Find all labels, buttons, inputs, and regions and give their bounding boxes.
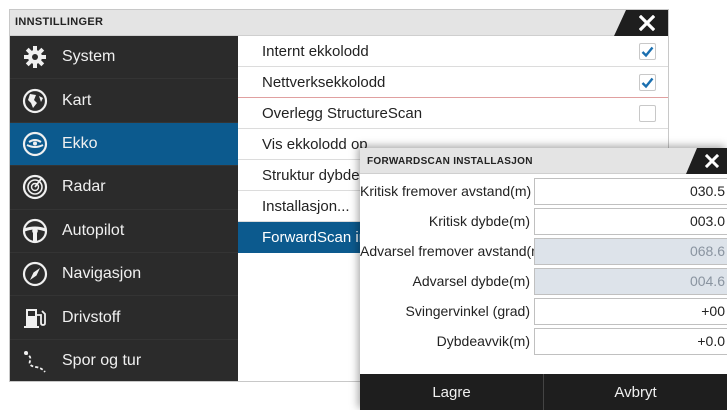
field-svingervinkel: Svingervinkel (grad) +00 (360, 298, 727, 325)
field-label: Dybdeavvik(m) (436, 333, 530, 349)
sidebar-item-navigasjon[interactable]: Navigasjon (10, 253, 238, 297)
row-label: Installasjon... (262, 197, 350, 215)
dialog-close-button[interactable] (686, 148, 727, 174)
close-button[interactable] (614, 10, 668, 36)
dialog-title: FORWARDSCAN INSTALLASJON (367, 156, 533, 167)
settings-title: INNSTILLINGER (15, 16, 104, 28)
sidebar-item-label: Navigasjon (62, 265, 142, 283)
sidebar-item-kart[interactable]: Kart (10, 79, 238, 123)
checkbox-nettverksekkolodd[interactable] (639, 74, 656, 91)
dialog-button-bar: Lagre Avbryt (360, 374, 727, 410)
compass-icon (22, 261, 48, 287)
sidebar-item-drivstoff[interactable]: Drivstoff (10, 296, 238, 340)
sidebar-item-label: Kart (62, 91, 92, 109)
field-dybdeavvik: Dybdeavvik(m) +0.0 (360, 328, 727, 355)
steering-wheel-icon (22, 218, 48, 244)
field-label: Advarsel fremover avstand(m) (360, 243, 548, 259)
svingervinkel-input[interactable]: +00 (534, 298, 727, 325)
checkmark-icon (641, 77, 654, 89)
sidebar-item-ekko[interactable]: Ekko (10, 122, 238, 167)
globe-icon (22, 88, 48, 114)
field-advarsel-fremover-avstand: Advarsel fremover avstand(m) 068.6 (360, 238, 727, 265)
field-advarsel-dybde: Advarsel dybde(m) 004.6 (360, 268, 727, 295)
sidebar-item-spor-og-tur[interactable]: Spor og tur (10, 340, 238, 381)
row-label: Overlegg StructureScan (262, 104, 423, 122)
row-internt-ekkolodd[interactable]: Internt ekkolodd (238, 36, 668, 67)
cancel-button[interactable]: Avbryt (543, 374, 727, 410)
field-kritisk-dybde: Kritisk dybde(m) 003.0 (360, 208, 727, 235)
sidebar-item-system[interactable]: System (10, 36, 238, 80)
settings-header: INNSTILLINGER (10, 10, 668, 36)
sidebar-item-label: Autopilot (62, 221, 125, 239)
row-label: Internt ekkolodd (262, 42, 369, 60)
sidebar-item-autopilot[interactable]: Autopilot (10, 210, 238, 253)
checkbox-overlegg-structurescan[interactable] (639, 105, 656, 122)
sidebar: System Kart Ekko Radar Autopilot Navigas… (10, 36, 238, 381)
row-overlegg-structurescan[interactable]: Overlegg StructureScan (238, 98, 668, 129)
close-icon (705, 154, 719, 168)
dialog-fields: Kritisk fremover avstand(m) 030.5 Kritis… (360, 178, 727, 358)
field-label: Kritisk dybde(m) (428, 213, 530, 229)
gear-icon (22, 44, 48, 70)
save-button[interactable]: Lagre (360, 374, 543, 410)
fuel-pump-icon (22, 305, 48, 331)
row-label: Struktur dybdea (262, 166, 368, 184)
sidebar-item-radar[interactable]: Radar (10, 166, 238, 210)
checkmark-icon (641, 46, 654, 58)
checkbox-internt-ekkolodd[interactable] (639, 43, 656, 60)
sidebar-item-label: Ekko (62, 134, 98, 152)
dialog-header: FORWARDSCAN INSTALLASJON (360, 148, 727, 174)
advarsel-fremover-avstand-input: 068.6 (534, 238, 727, 265)
advarsel-dybde-input: 004.6 (534, 268, 727, 295)
close-icon (639, 15, 655, 31)
forwardscan-dialog: FORWARDSCAN INSTALLASJON Kritisk fremove… (360, 148, 727, 410)
sidebar-item-label: System (62, 48, 116, 66)
kritisk-fremover-avstand-input[interactable]: 030.5 (534, 178, 727, 205)
row-label: Vis ekkolodd op (262, 135, 368, 153)
kritisk-dybde-input[interactable]: 003.0 (534, 208, 727, 235)
field-kritisk-fremover-avstand: Kritisk fremover avstand(m) 030.5 (360, 178, 727, 205)
row-nettverksekkolodd[interactable]: Nettverksekkolodd (238, 67, 668, 98)
sonar-icon (22, 131, 48, 157)
dybdeavvik-input[interactable]: +0.0 (534, 328, 727, 355)
field-label: Kritisk fremover avstand(m) (360, 183, 532, 199)
row-label: Nettverksekkolodd (262, 73, 386, 91)
sidebar-item-label: Drivstoff (62, 308, 121, 326)
field-label: Svingervinkel (grad) (405, 303, 531, 319)
row-label: ForwardScan in (262, 229, 368, 246)
sidebar-item-label: Spor og tur (62, 351, 142, 369)
track-icon (22, 348, 48, 374)
field-label: Advarsel dybde(m) (412, 273, 531, 289)
sidebar-item-label: Radar (62, 178, 106, 196)
radar-icon (22, 174, 48, 200)
